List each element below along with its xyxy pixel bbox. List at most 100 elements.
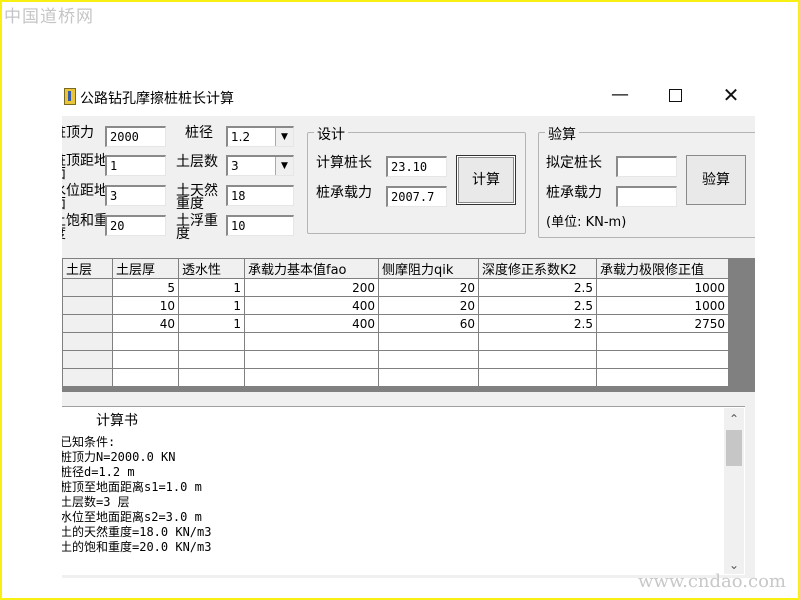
column-header[interactable]: 承载力极限修正值 [596,258,729,279]
chevron-down-icon[interactable]: ▼ [275,157,293,175]
check-button[interactable]: 验算 [686,155,746,205]
water-distance-field[interactable]: 3 [105,185,166,206]
table-cell[interactable]: 40 [112,314,179,333]
table-cell[interactable] [378,368,479,387]
table-cell[interactable] [178,350,245,369]
table-cell[interactable]: 400 [244,314,379,333]
table-cell[interactable] [244,332,379,351]
report-line: 水位至地面距离s2=3.0 m [62,510,202,524]
buoyant-weight-field[interactable]: 10 [226,215,294,236]
table-row[interactable] [62,332,729,351]
table-cell[interactable]: 5 [112,278,179,297]
soil-layer-grid[interactable]: 土层 土层厚 透水性 承载力基本值fao 侧摩阻力qik 深度修正系数K2 承载… [62,258,755,392]
buoyant-weight-label: 土浮重度 [176,213,218,242]
table-cell[interactable] [596,368,729,387]
table-cell[interactable]: 2750 [596,314,729,333]
chevron-down-icon[interactable]: ▼ [275,128,293,146]
pile-top-force-field[interactable]: 2000 [105,126,166,147]
soil-layer-table: 土层 土层厚 透水性 承载力基本值fao 侧摩阻力qik 深度修正系数K2 承载… [62,258,729,387]
table-cell[interactable]: 2.5 [478,278,597,297]
report-line: 桩顶力N=2000.0 KN [62,450,176,464]
check-capacity-field[interactable] [616,186,677,207]
close-button[interactable]: ✕ [718,84,744,108]
scroll-up-icon[interactable]: ⌃ [724,410,744,428]
table-cell[interactable]: 20 [378,296,479,315]
table-cell[interactable] [596,350,729,369]
table-cell[interactable]: 1000 [596,278,729,297]
diameter-select[interactable]: 1.2 ▼ [226,126,294,147]
table-cell[interactable] [478,350,597,369]
table-cell[interactable]: 1000 [596,296,729,315]
maximize-button[interactable] [662,84,688,108]
column-header[interactable]: 透水性 [178,258,245,279]
report-line: 土的饱和重度=20.0 KN/m3 [62,540,212,554]
check-capacity-label: 桩承载力 [546,185,602,201]
unit-note: (单位: KN-m) [546,215,627,230]
table-cell[interactable]: 2.5 [478,314,597,333]
pile-top-distance-field[interactable]: 1 [105,155,166,176]
report-line: 土层数=3 层 [62,495,130,509]
table-cell[interactable] [62,350,113,369]
column-header[interactable]: 承载力基本值fao [244,258,379,279]
table-row[interactable] [62,350,729,369]
table-cell[interactable] [112,368,179,387]
pile-top-force-label: 桩顶力 [62,125,94,141]
title-bar: 公路钻孔摩擦桩桩长计算 — ✕ [62,78,755,116]
table-cell[interactable] [478,332,597,351]
table-cell[interactable]: 1 [178,314,245,333]
layers-select[interactable]: 3 ▼ [226,155,294,176]
saturated-weight-field[interactable]: 20 [105,215,166,236]
scroll-thumb[interactable] [726,430,742,466]
table-cell[interactable] [244,350,379,369]
table-cell[interactable] [62,296,113,315]
diameter-value: 1.2 [231,130,251,144]
table-cell[interactable] [478,368,597,387]
column-header[interactable]: 土层 [62,258,113,279]
calculate-button[interactable]: 计算 [456,155,516,205]
proposed-length-label: 拟定桩长 [546,155,602,171]
column-header[interactable]: 土层厚 [112,258,179,279]
table-cell[interactable] [378,332,479,351]
table-cell[interactable]: 60 [378,314,479,333]
report-scrollbar[interactable]: ⌃ ⌄ [724,408,744,574]
capacity-label: 桩承载力 [316,185,372,201]
column-header[interactable]: 深度修正系数K2 [478,258,597,279]
table-cell[interactable]: 200 [244,278,379,297]
report-title: 计算书 [96,413,138,429]
table-cell[interactable] [378,350,479,369]
table-cell[interactable] [62,314,113,333]
calc-length-label: 计算桩长 [316,155,372,171]
natural-weight-field[interactable]: 18 [226,185,294,206]
maximize-icon [668,89,682,102]
minimize-button[interactable]: — [607,84,633,108]
site-watermark-bottom: www.cndao.com [638,571,786,592]
table-cell[interactable]: 1 [178,296,245,315]
table-row[interactable]: 10 1 400 20 2.5 1000 [62,296,729,315]
table-cell[interactable]: 1 [178,278,245,297]
calc-length-field[interactable]: 23.10 [386,156,447,177]
column-header[interactable]: 侧摩阻力qik [378,258,479,279]
table-cell[interactable]: 2.5 [478,296,597,315]
table-cell[interactable] [112,332,179,351]
table-cell[interactable]: 10 [112,296,179,315]
table-cell[interactable] [62,368,113,387]
report-textbox[interactable]: 计算书 已知条件: 桩顶力N=2000.0 KN 桩径d=1.2 m 桩顶至地面距离s… [62,406,745,575]
table-cell[interactable]: 400 [244,296,379,315]
check-group-title: 验算 [545,124,579,144]
screenshot-frame: 中国道桥网 公路钻孔摩擦桩桩长计算 — ✕ 桩顶力 2000 桩顶距地面 1 水… [0,0,800,600]
table-row[interactable] [62,368,729,387]
table-row[interactable]: 5 1 200 20 2.5 1000 [62,278,729,297]
table-cell[interactable]: 20 [378,278,479,297]
table-cell[interactable] [62,332,113,351]
table-cell[interactable] [178,332,245,351]
table-row[interactable]: 40 1 400 60 2.5 2750 [62,314,729,333]
layers-value: 3 [231,159,239,173]
table-cell[interactable] [178,368,245,387]
table-cell[interactable] [62,278,113,297]
app-window: 公路钻孔摩擦桩桩长计算 — ✕ 桩顶力 2000 桩顶距地面 1 水位距地面 3… [62,78,755,578]
proposed-length-field[interactable] [616,156,677,177]
capacity-field[interactable]: 2007.7 [386,186,447,207]
table-cell[interactable] [112,350,179,369]
table-cell[interactable] [596,332,729,351]
table-cell[interactable] [244,368,379,387]
